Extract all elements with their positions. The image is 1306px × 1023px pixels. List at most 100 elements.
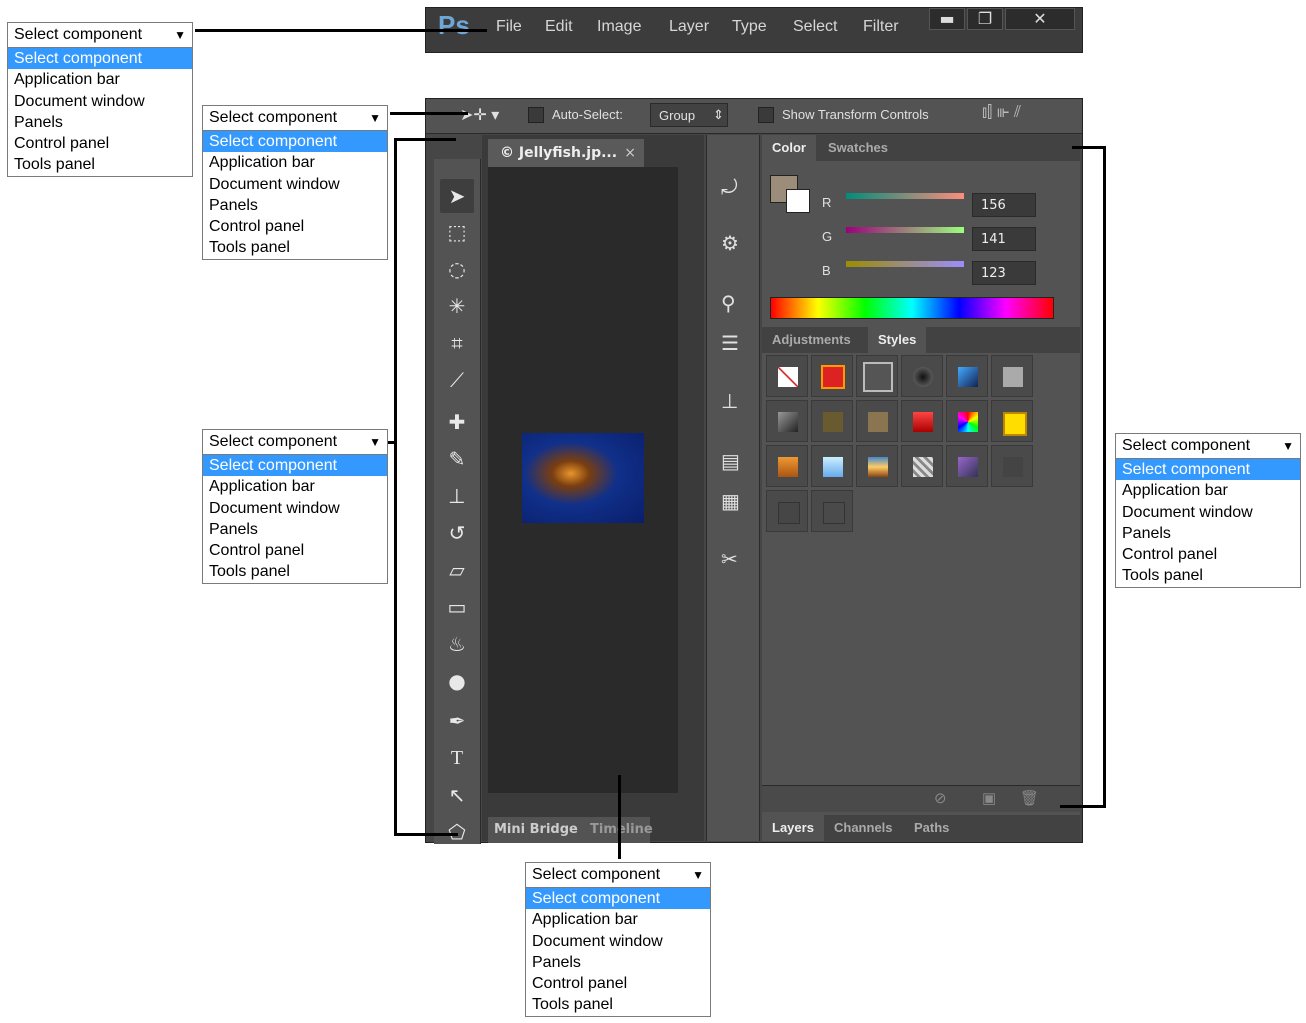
option-control-panel[interactable]: Control panel: [203, 216, 387, 237]
group-select[interactable]: Group ⇕: [650, 103, 728, 127]
history-brush-icon[interactable]: ↺: [440, 516, 474, 550]
option-tools-panel[interactable]: Tools panel: [1116, 565, 1300, 586]
style-swatch[interactable]: [901, 355, 943, 397]
r-value[interactable]: 156: [972, 193, 1036, 217]
option-document-window[interactable]: Document window: [1116, 502, 1300, 523]
menu-select[interactable]: Select: [793, 18, 837, 36]
style-none[interactable]: [766, 355, 808, 397]
style-swatch[interactable]: [991, 445, 1033, 487]
minimize-button[interactable]: ▬: [929, 8, 965, 30]
style-swatch[interactable]: [811, 400, 853, 442]
marquee-tool-icon[interactable]: ⬚: [440, 215, 474, 249]
canvas[interactable]: [488, 167, 678, 793]
brush-panel-icon[interactable]: ⚲: [721, 291, 736, 316]
option-application-bar[interactable]: Application bar: [526, 909, 710, 930]
healing-brush-icon[interactable]: ✚: [440, 405, 474, 439]
option-control-panel[interactable]: Control panel: [526, 973, 710, 994]
document-tab[interactable]: © Jellyfish.jp... ×: [488, 139, 644, 167]
clone-source-icon[interactable]: ⊥: [721, 389, 738, 414]
style-swatch[interactable]: [811, 355, 853, 397]
brush-tool-icon[interactable]: ✎: [440, 442, 474, 476]
option-document-window[interactable]: Document window: [526, 931, 710, 952]
style-swatch[interactable]: [991, 355, 1033, 397]
type-tool-icon[interactable]: T: [440, 741, 474, 775]
shape-tool-icon[interactable]: ⬠: [440, 815, 474, 849]
style-swatch[interactable]: [946, 445, 988, 487]
option-select-component[interactable]: Select component: [526, 888, 710, 910]
show-transform-checkbox[interactable]: [758, 107, 774, 123]
tab-channels[interactable]: Channels: [824, 815, 903, 841]
character-panel-icon[interactable]: ▤: [721, 449, 740, 474]
option-tools-panel[interactable]: Tools panel: [8, 154, 192, 175]
blur-tool-icon[interactable]: ♨: [440, 627, 474, 661]
dropdown-header[interactable]: Select component ▼: [202, 429, 388, 455]
tab-timeline[interactable]: Timeline: [584, 817, 653, 843]
option-application-bar[interactable]: Application bar: [1116, 480, 1300, 501]
component-dropdown-3[interactable]: Select component ▼ Select component Appli…: [202, 429, 388, 584]
dropdown-header[interactable]: Select component ▼: [525, 862, 711, 888]
eyedropper-icon[interactable]: ⟋: [440, 363, 474, 397]
option-tools-panel[interactable]: Tools panel: [526, 994, 710, 1015]
history-panel-icon[interactable]: ⤾: [721, 177, 738, 200]
option-tools-panel[interactable]: Tools panel: [203, 561, 387, 582]
crop-tool-icon[interactable]: ⌗: [440, 326, 474, 360]
auto-select-checkbox[interactable]: [528, 107, 544, 123]
gradient-tool-icon[interactable]: ▭: [440, 590, 474, 624]
menu-filter[interactable]: Filter: [863, 18, 899, 36]
option-panels[interactable]: Panels: [526, 952, 710, 973]
dropdown-header[interactable]: Select component ▼: [7, 22, 193, 48]
g-value[interactable]: 141: [972, 227, 1036, 251]
b-value[interactable]: 123: [972, 261, 1036, 285]
option-panels[interactable]: Panels: [203, 195, 387, 216]
r-slider[interactable]: [846, 193, 964, 199]
style-swatch[interactable]: [766, 400, 808, 442]
option-control-panel[interactable]: Control panel: [203, 540, 387, 561]
component-dropdown-2[interactable]: Select component ▼ Select component Appli…: [202, 105, 388, 260]
option-panels[interactable]: Panels: [8, 112, 192, 133]
style-swatch[interactable]: [946, 355, 988, 397]
new-style-icon[interactable]: ▣: [982, 789, 996, 807]
menu-edit[interactable]: Edit: [545, 18, 573, 36]
color-spectrum[interactable]: [770, 297, 1054, 319]
option-panels[interactable]: Panels: [1116, 523, 1300, 544]
g-slider[interactable]: [846, 227, 964, 233]
option-application-bar[interactable]: Application bar: [203, 152, 387, 173]
option-panels[interactable]: Panels: [203, 519, 387, 540]
option-application-bar[interactable]: Application bar: [8, 69, 192, 90]
dropdown-header[interactable]: Select component ▼: [1115, 433, 1301, 459]
menu-type[interactable]: Type: [732, 18, 767, 36]
option-document-window[interactable]: Document window: [203, 174, 387, 195]
menu-layer[interactable]: Layer: [669, 18, 709, 36]
option-control-panel[interactable]: Control panel: [1116, 544, 1300, 565]
align-icons[interactable]: ⫾⫿ ⊪ ⫽: [982, 104, 1021, 122]
tab-paths[interactable]: Paths: [904, 815, 959, 841]
menu-image[interactable]: Image: [597, 18, 641, 36]
component-dropdown-5[interactable]: Select component ▼ Select component Appli…: [525, 862, 711, 1017]
style-swatch[interactable]: [766, 445, 808, 487]
lasso-tool-icon[interactable]: ◌: [440, 252, 474, 286]
background-color-swatch[interactable]: [786, 189, 810, 213]
style-swatch[interactable]: [901, 400, 943, 442]
maximize-button[interactable]: ❐: [967, 8, 1003, 30]
tab-styles[interactable]: Styles: [868, 327, 927, 353]
brush-presets-icon[interactable]: ☰: [721, 331, 739, 356]
component-dropdown-1[interactable]: Select component ▼ Select component Appli…: [7, 22, 193, 177]
path-select-icon[interactable]: ↖: [440, 778, 474, 812]
option-select-component[interactable]: Select component: [8, 48, 192, 70]
style-swatch[interactable]: [946, 400, 988, 442]
style-swatch[interactable]: [856, 445, 898, 487]
option-document-window[interactable]: Document window: [203, 498, 387, 519]
option-document-window[interactable]: Document window: [8, 91, 192, 112]
close-button[interactable]: ✕: [1005, 8, 1075, 30]
tab-adjustments[interactable]: Adjustments: [762, 327, 861, 353]
style-swatch[interactable]: [991, 400, 1033, 442]
style-swatch[interactable]: [811, 445, 853, 487]
stamp-tool-icon[interactable]: ⊥: [440, 479, 474, 513]
properties-panel-icon[interactable]: ⚙: [721, 231, 739, 256]
option-select-component[interactable]: Select component: [203, 131, 387, 153]
tool-presets-icon[interactable]: ✂: [721, 547, 738, 572]
option-select-component[interactable]: Select component: [203, 455, 387, 477]
eraser-tool-icon[interactable]: ▱: [440, 553, 474, 587]
magic-wand-icon[interactable]: ✳: [440, 289, 474, 323]
move-tool-icon[interactable]: ➤✛ ▾: [460, 105, 499, 125]
